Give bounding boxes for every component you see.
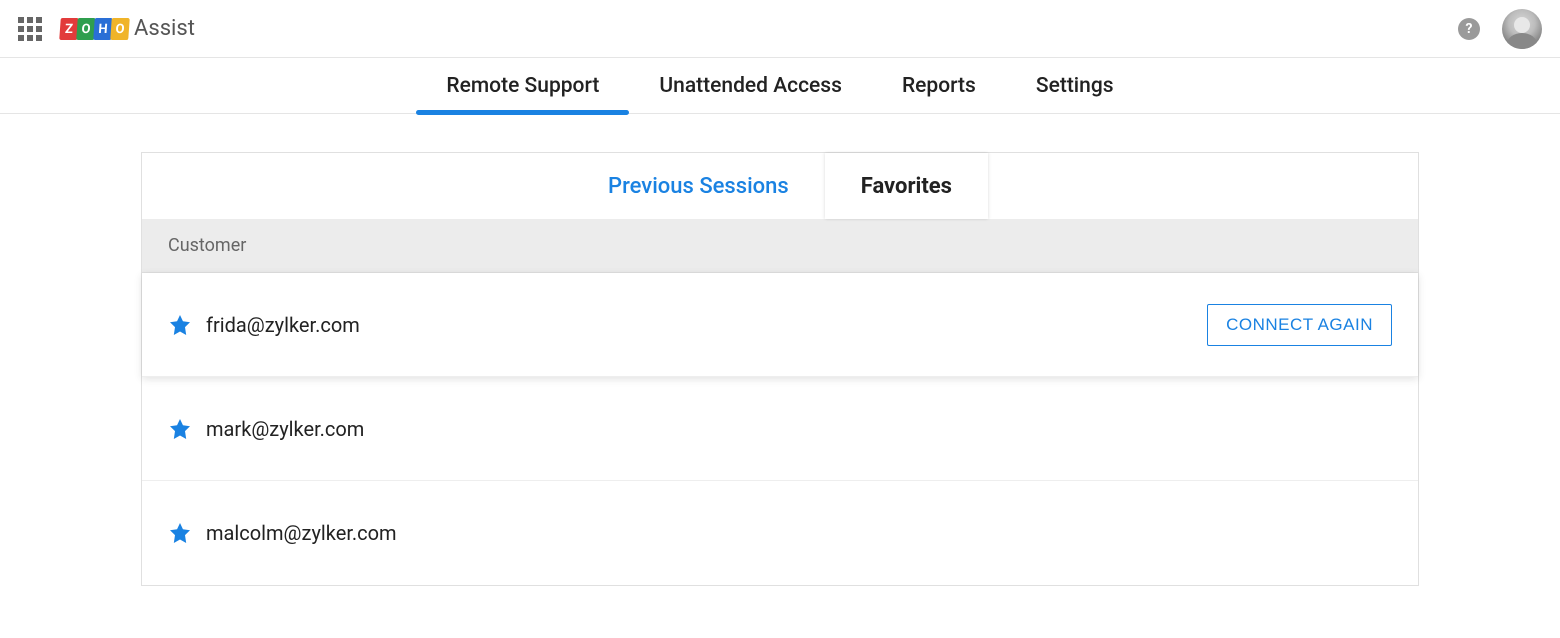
customer-email: malcolm@zylker.com [206, 521, 397, 545]
table-row[interactable]: mark@zylker.com [142, 377, 1418, 481]
help-icon[interactable]: ? [1458, 18, 1480, 40]
logo-letter: O [110, 18, 130, 40]
table-row[interactable]: frida@zylker.com CONNECT AGAIN [142, 273, 1418, 377]
customer-email: frida@zylker.com [206, 313, 360, 337]
nav-settings[interactable]: Settings [1036, 58, 1114, 113]
subtabs: Previous Sessions Favorites [142, 153, 1418, 219]
connect-again-button[interactable]: CONNECT AGAIN [1207, 304, 1392, 346]
tab-previous-sessions[interactable]: Previous Sessions [572, 153, 825, 219]
table-row[interactable]: malcolm@zylker.com [142, 481, 1418, 585]
apps-grid-icon[interactable] [18, 17, 42, 41]
column-header-customer: Customer [142, 219, 1418, 273]
avatar[interactable] [1502, 9, 1542, 49]
star-icon[interactable] [168, 417, 192, 441]
customer-email: mark@zylker.com [206, 417, 364, 441]
nav-unattended-access[interactable]: Unattended Access [659, 58, 842, 113]
star-icon[interactable] [168, 521, 192, 545]
main-nav: Remote Support Unattended Access Reports… [0, 58, 1560, 114]
zoho-logo-icon: Z O H O [60, 18, 128, 40]
nav-remote-support[interactable]: Remote Support [446, 58, 599, 113]
brand-logo[interactable]: Z O H O Assist [60, 16, 195, 41]
nav-reports[interactable]: Reports [902, 58, 976, 113]
star-icon[interactable] [168, 313, 192, 337]
tab-favorites[interactable]: Favorites [825, 153, 988, 219]
top-bar: Z O H O Assist ? [0, 0, 1560, 58]
brand-name: Assist [134, 16, 195, 41]
favorites-card: Previous Sessions Favorites Customer fri… [141, 152, 1419, 586]
